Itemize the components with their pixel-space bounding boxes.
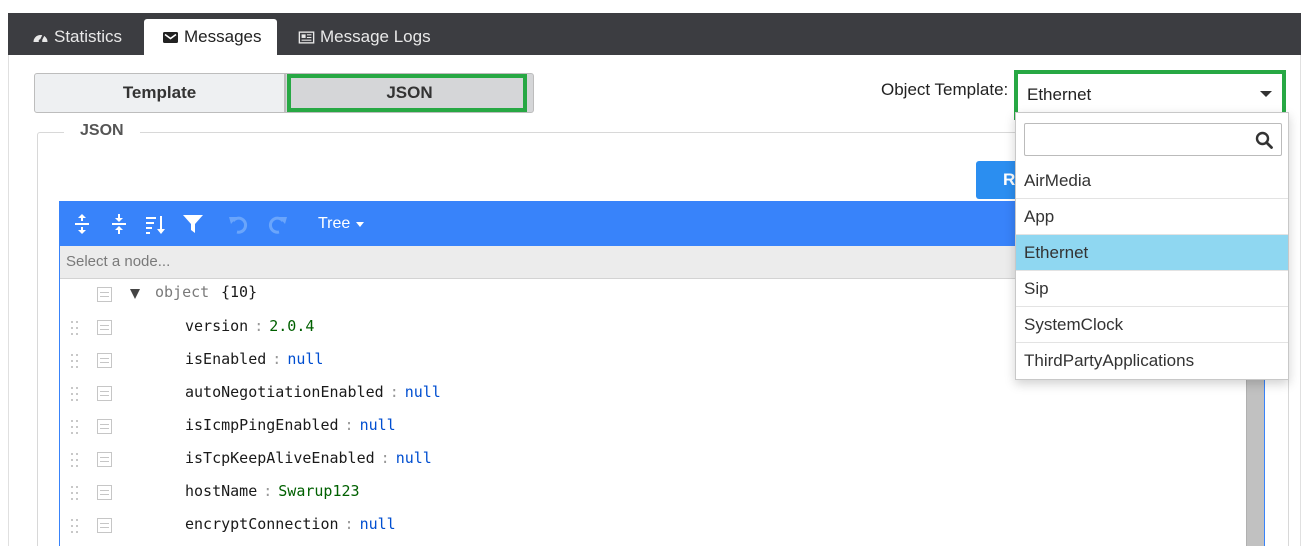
json-button[interactable]: JSON: [285, 73, 534, 113]
dropdown-option-thirdpartyapplications[interactable]: ThirdPartyApplications: [1016, 343, 1288, 379]
field-entry[interactable]: hostName: Swarup123: [185, 482, 360, 500]
field-value[interactable]: null: [405, 383, 441, 401]
drag-handle-icon[interactable]: [70, 518, 80, 534]
field-separator: :: [389, 383, 399, 401]
field-separator: :: [344, 515, 354, 533]
drag-handle-icon[interactable]: [70, 386, 80, 402]
field-value[interactable]: 2.0.4: [269, 317, 314, 335]
field-separator: :: [263, 482, 273, 500]
field-separator: :: [344, 416, 354, 434]
collapse-all-icon[interactable]: [107, 212, 131, 236]
table-row[interactable]: autoNegotiationEnabled: null: [60, 378, 1240, 411]
field-value[interactable]: null: [360, 515, 396, 533]
page: Statistics Messages Message Logs Templat…: [0, 0, 1301, 546]
dropdown-option-systemclock[interactable]: SystemClock: [1016, 307, 1288, 343]
field-value[interactable]: null: [287, 350, 323, 368]
field-entry[interactable]: encryptConnection: null: [185, 515, 396, 533]
sort-icon[interactable]: [143, 212, 167, 236]
context-menu-icon[interactable]: [97, 353, 112, 368]
field-key: version: [185, 317, 249, 335]
dropdown-option-sip[interactable]: Sip: [1016, 271, 1288, 307]
context-menu-icon[interactable]: [97, 518, 112, 533]
context-menu-icon[interactable]: [97, 386, 112, 401]
field-key: hostName: [185, 482, 258, 500]
dropdown-option-app[interactable]: App: [1016, 199, 1288, 235]
mode-label: Tree: [318, 215, 351, 232]
drag-handle-icon[interactable]: [70, 419, 80, 435]
tab-messages[interactable]: Messages: [144, 19, 277, 55]
context-menu-icon[interactable]: [97, 485, 112, 500]
object-template-dropdown: AirMedia App Ethernet Sip SystemClock Th…: [1015, 112, 1289, 380]
node-type: object: [155, 283, 210, 301]
redo-icon[interactable]: [265, 212, 289, 236]
field-value[interactable]: null: [360, 416, 396, 434]
fieldset-legend: JSON: [64, 122, 140, 140]
tab-message-logs[interactable]: Message Logs: [288, 19, 441, 55]
drag-handle-icon[interactable]: [70, 452, 80, 468]
search-icon: [1255, 131, 1273, 149]
context-menu-icon[interactable]: [97, 287, 112, 302]
select-value: Ethernet: [1027, 85, 1092, 104]
envelope-icon: [162, 29, 179, 46]
field-separator: :: [380, 449, 390, 467]
dropdown-search-input[interactable]: [1024, 123, 1282, 156]
field-entry[interactable]: isEnabled: null: [185, 350, 323, 368]
table-row[interactable]: encryptConnection: null: [60, 510, 1240, 543]
expand-caret-icon[interactable]: [130, 289, 140, 299]
tab-label: Message Logs: [320, 27, 431, 46]
node-count: {10}: [221, 283, 258, 301]
context-menu-icon[interactable]: [97, 419, 112, 434]
object-template-select[interactable]: Ethernet: [1018, 74, 1284, 116]
drag-handle-icon[interactable]: [70, 320, 80, 336]
field-value[interactable]: null: [396, 449, 432, 467]
field-entry[interactable]: version:2.0.4: [185, 317, 314, 335]
field-entry[interactable]: autoNegotiationEnabled: null: [185, 383, 441, 401]
field-key: isEnabled: [185, 350, 267, 368]
context-menu-icon[interactable]: [97, 320, 112, 335]
context-menu-icon[interactable]: [97, 452, 112, 467]
tab-label: Messages: [184, 27, 262, 46]
field-separator: :: [272, 350, 282, 368]
object-template-label: Object Template:: [881, 80, 1009, 99]
table-row[interactable]: isTcpKeepAliveEnabled: null: [60, 444, 1240, 477]
drag-handle-icon[interactable]: [70, 485, 80, 501]
drag-handle-icon[interactable]: [70, 353, 80, 369]
table-row[interactable]: isIcmpPingEnabled: null: [60, 411, 1240, 444]
caret-down-icon: [1260, 91, 1272, 97]
field-key: isIcmpPingEnabled: [185, 416, 339, 434]
undo-icon[interactable]: [227, 212, 251, 236]
template-button[interactable]: Template: [34, 73, 285, 113]
dropdown-option-ethernet[interactable]: Ethernet: [1016, 235, 1288, 271]
caret-down-icon: [356, 221, 365, 227]
expand-all-icon[interactable]: [70, 212, 94, 236]
field-value[interactable]: Swarup123: [278, 482, 359, 500]
newspaper-icon: [298, 29, 315, 46]
field-key: isTcpKeepAliveEnabled: [185, 449, 375, 467]
dashboard-icon: [32, 29, 49, 46]
tab-bar: Statistics Messages Message Logs: [8, 13, 1301, 55]
mode-selector[interactable]: Tree: [318, 215, 365, 233]
field-separator: :: [254, 317, 264, 335]
tab-statistics[interactable]: Statistics: [22, 19, 132, 55]
tab-label: Statistics: [54, 27, 123, 46]
filter-icon[interactable]: [181, 212, 205, 236]
field-entry[interactable]: isTcpKeepAliveEnabled: null: [185, 449, 432, 467]
field-entry[interactable]: isIcmpPingEnabled: null: [185, 416, 396, 434]
field-key: autoNegotiationEnabled: [185, 383, 384, 401]
dropdown-option-airmedia[interactable]: AirMedia: [1016, 163, 1288, 199]
field-key: encryptConnection: [185, 515, 339, 533]
table-row[interactable]: hostName: Swarup123: [60, 477, 1240, 510]
